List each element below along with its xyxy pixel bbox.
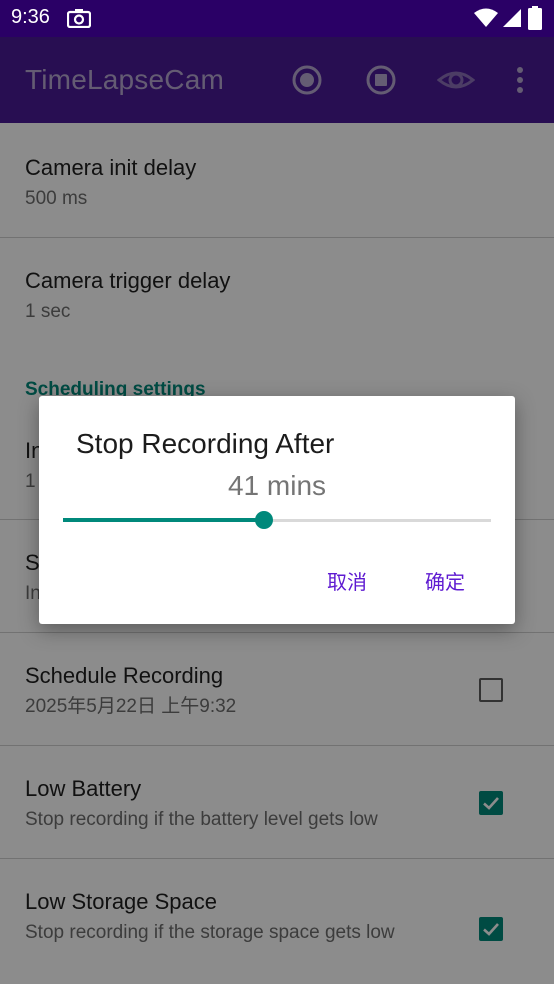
status-time: 9:36	[11, 6, 50, 28]
slider-value-text: 41 mins	[227, 470, 327, 501]
ok-button[interactable]: 确定	[425, 566, 465, 595]
slider-fill	[63, 518, 265, 522]
dialog-title: Stop Recording After	[76, 428, 335, 459]
wifi-icon	[474, 8, 498, 27]
duration-slider[interactable]	[63, 510, 491, 530]
slider-thumb[interactable]	[255, 511, 274, 529]
camera-icon	[67, 9, 91, 28]
stop-recording-dialog: Stop Recording After 41 mins 取消 确定	[39, 396, 515, 624]
status-bar: 9:36	[0, 0, 554, 37]
battery-icon	[528, 6, 542, 30]
signal-icon	[503, 9, 521, 27]
cancel-button[interactable]: 取消	[327, 566, 367, 595]
